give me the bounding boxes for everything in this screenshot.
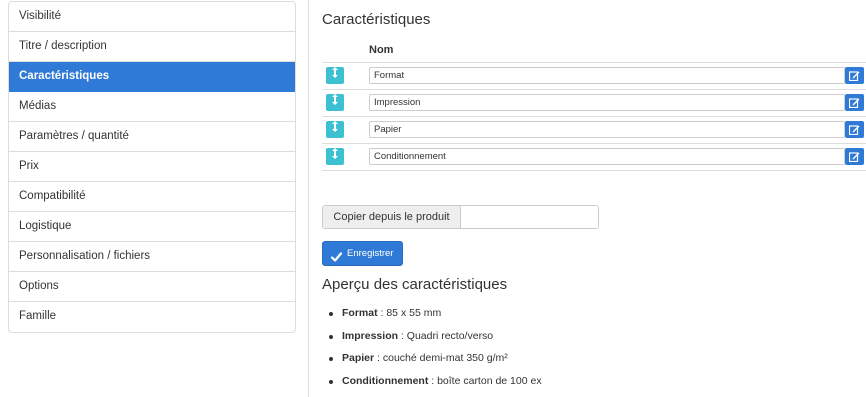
preview-item-key: Conditionnement [342, 374, 429, 387]
characteristic-name-input[interactable] [369, 94, 845, 111]
copy-from-product-input[interactable] [462, 206, 598, 228]
preview-item-value: : Quadri recto/verso [398, 329, 494, 342]
sidebar-item-medias[interactable]: Médias [9, 92, 295, 122]
edit-icon[interactable] [845, 121, 864, 138]
sort-arrows-icon[interactable] [326, 67, 344, 84]
copy-from-product-label: Copier depuis le produit [323, 206, 461, 228]
preview-item: Impression : Quadri recto/verso [322, 325, 542, 348]
characteristic-name-input[interactable] [369, 121, 845, 138]
characteristic-name-input[interactable] [369, 67, 845, 84]
characteristic-row [322, 90, 866, 117]
sidebar-item-titre-description[interactable]: Titre / description [9, 32, 295, 62]
characteristic-row [322, 117, 866, 144]
sidebar-item-options[interactable]: Options [9, 272, 295, 302]
preview-list: Format : 85 x 55 mm Impression : Quadri … [322, 302, 542, 392]
preview-item-value: : boîte carton de 100 ex [428, 374, 542, 387]
sidebar-item-compatibilite[interactable]: Compatibilité [9, 182, 295, 212]
preview-item-value: : 85 x 55 mm [377, 307, 442, 319]
preview-item-key: Impression [342, 329, 399, 342]
preview-item: Conditionnement : boîte carton de 100 ex [322, 370, 542, 393]
sidebar-item-visibilite[interactable]: Visibilité [9, 2, 295, 32]
settings-sidebar: Visibilité Titre / description Caractéri… [8, 1, 296, 333]
save-button-label: Enregistrer [347, 248, 394, 259]
edit-icon[interactable] [845, 67, 864, 84]
sidebar-item-caracteristiques[interactable]: Caractéristiques [9, 62, 295, 92]
preview-item-value: : couché demi-mat 350 g/m² [374, 352, 508, 365]
characteristic-row [322, 63, 866, 90]
sidebar-item-prix[interactable]: Prix [9, 152, 295, 182]
sidebar-item-parametres-quantite[interactable]: Paramètres / quantité [9, 122, 295, 152]
characteristic-row [322, 144, 866, 171]
preview-item: Papier : couché demi-mat 350 g/m² [322, 347, 542, 370]
sidebar-item-logistique[interactable]: Logistique [9, 212, 295, 242]
main-panel: Caractéristiques Nom Format Impression P… [308, 0, 866, 397]
preview-title: Aperçu des caractéristiques [322, 276, 508, 293]
save-button[interactable]: Enregistrer [322, 241, 403, 266]
sort-arrows-icon[interactable] [326, 94, 344, 111]
sidebar-item-personnalisation-fichiers[interactable]: Personnalisation / fichiers [9, 242, 295, 272]
preview-item: Format : 85 x 55 mm [322, 302, 542, 325]
page-title: Caractéristiques [322, 11, 431, 28]
sort-arrows-icon[interactable] [326, 148, 344, 165]
preview-item-key: Papier [342, 352, 375, 365]
edit-icon[interactable] [845, 94, 864, 111]
copy-from-product-group: Copier depuis le produit [322, 205, 599, 229]
check-icon [330, 248, 343, 271]
column-header-nom: Nom [369, 44, 394, 56]
preview-item-key: Format [342, 307, 378, 319]
characteristic-name-input[interactable] [369, 148, 845, 165]
edit-icon[interactable] [845, 148, 864, 165]
sort-arrows-icon[interactable] [326, 121, 344, 138]
sidebar-item-famille[interactable]: Famille [9, 302, 295, 332]
